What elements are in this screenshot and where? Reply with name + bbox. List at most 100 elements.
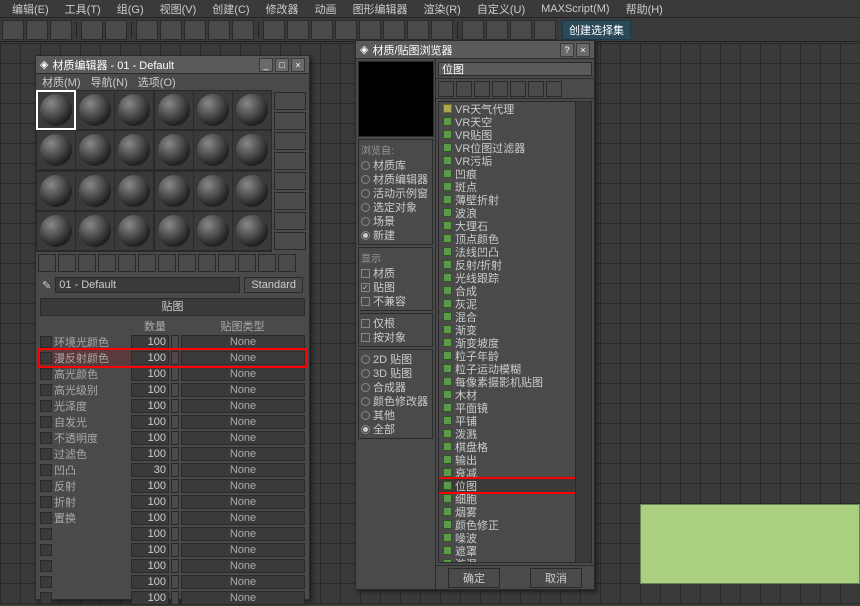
side-button[interactable] <box>274 112 306 130</box>
menu-item[interactable]: 工具(T) <box>57 1 109 17</box>
map-slot-button[interactable]: None <box>181 495 305 509</box>
check-option[interactable]: 按对象 <box>361 330 430 344</box>
sample-slot[interactable] <box>155 131 193 169</box>
browser-list[interactable]: VR天气代理VR天空VR贴图VR位图过滤器VR污垢凹痕斑点薄壁折射波浪大理石顶点… <box>438 101 592 563</box>
map-slot-button[interactable]: None <box>181 367 305 381</box>
spinner-buttons[interactable] <box>171 335 179 349</box>
map-slot-button[interactable]: None <box>181 527 305 541</box>
toolbar-button[interactable] <box>486 20 508 40</box>
mat-menu-item[interactable]: 选项(O) <box>138 74 176 90</box>
map-checkbox[interactable] <box>40 416 52 428</box>
mat-tool-button[interactable] <box>178 254 196 272</box>
scrollbar[interactable] <box>575 102 591 562</box>
mat-tool-button[interactable] <box>78 254 96 272</box>
radio-option[interactable]: 颜色修改器 <box>361 394 430 408</box>
mat-tool-button[interactable] <box>278 254 296 272</box>
sample-slot[interactable] <box>155 172 193 210</box>
sample-slot[interactable] <box>76 131 114 169</box>
sample-slot[interactable] <box>115 212 153 250</box>
map-amount[interactable]: 100 <box>131 495 169 509</box>
menu-item[interactable]: 渲染(R) <box>416 1 469 17</box>
check-option[interactable]: 不兼容 <box>361 294 430 308</box>
sample-slot[interactable] <box>37 172 75 210</box>
viewport-object[interactable] <box>640 504 860 584</box>
map-checkbox[interactable] <box>40 400 52 412</box>
map-slot-button[interactable]: None <box>181 591 305 605</box>
toolbar-button[interactable] <box>136 20 158 40</box>
radio-option[interactable]: 新建 <box>361 228 430 242</box>
side-button[interactable] <box>274 192 306 210</box>
map-checkbox[interactable] <box>40 448 52 460</box>
sample-slot[interactable] <box>233 91 271 129</box>
material-editor-menu[interactable]: 材质(M)导航(N)选项(O) <box>36 74 309 90</box>
map-slot-button[interactable]: None <box>181 415 305 429</box>
mat-tool-button[interactable] <box>198 254 216 272</box>
toolbar-button[interactable] <box>335 20 357 40</box>
sample-slot[interactable] <box>37 91 75 129</box>
map-checkbox[interactable] <box>40 512 52 524</box>
radio-option[interactable]: 其他 <box>361 408 430 422</box>
eyedropper-icon[interactable]: ✎ <box>42 279 51 292</box>
map-amount[interactable]: 100 <box>131 543 169 557</box>
mat-tool-button[interactable] <box>258 254 276 272</box>
mat-tool-button[interactable] <box>98 254 116 272</box>
side-button[interactable] <box>274 232 306 250</box>
close-button[interactable]: × <box>291 58 305 72</box>
radio-option[interactable]: 材质库 <box>361 158 430 172</box>
toolbar-button[interactable] <box>2 20 24 40</box>
material-type-button[interactable]: Standard <box>244 277 303 293</box>
toolbar-button[interactable] <box>50 20 72 40</box>
map-amount[interactable]: 100 <box>131 351 169 365</box>
mat-tool-button[interactable] <box>238 254 256 272</box>
spinner-buttons[interactable] <box>171 415 179 429</box>
menu-item[interactable]: 视图(V) <box>152 1 205 17</box>
menu-item[interactable]: 动画 <box>307 1 345 17</box>
radio-option[interactable]: 全部 <box>361 422 430 436</box>
map-amount[interactable]: 100 <box>131 527 169 541</box>
spinner-buttons[interactable] <box>171 447 179 461</box>
sample-slot[interactable] <box>76 212 114 250</box>
sample-slot[interactable] <box>115 91 153 129</box>
material-editor-titlebar[interactable]: ◈ 材质编辑器 - 01 - Default _ □ × <box>36 56 309 74</box>
spinner-buttons[interactable] <box>171 431 179 445</box>
radio-option[interactable]: 场景 <box>361 214 430 228</box>
close-button[interactable]: × <box>576 43 590 57</box>
sample-slot[interactable] <box>233 131 271 169</box>
map-amount[interactable]: 100 <box>131 575 169 589</box>
browser-titlebar[interactable]: ◈ 材质/贴图浏览器 ? × <box>356 41 594 59</box>
view-button[interactable] <box>438 81 454 97</box>
map-checkbox[interactable] <box>40 352 52 364</box>
spinner-buttons[interactable] <box>171 575 179 589</box>
map-amount[interactable]: 100 <box>131 447 169 461</box>
map-checkbox[interactable] <box>40 592 52 604</box>
menu-item[interactable]: 自定义(U) <box>469 1 533 17</box>
sample-slot[interactable] <box>155 212 193 250</box>
sample-slot[interactable] <box>76 172 114 210</box>
radio-option[interactable]: 选定对象 <box>361 200 430 214</box>
toolbar-button[interactable] <box>510 20 532 40</box>
map-amount[interactable]: 100 <box>131 591 169 605</box>
side-button[interactable] <box>274 172 306 190</box>
spinner-buttons[interactable] <box>171 511 179 525</box>
spinner-buttons[interactable] <box>171 479 179 493</box>
spinner-buttons[interactable] <box>171 559 179 573</box>
map-checkbox[interactable] <box>40 528 52 540</box>
maps-rollup-header[interactable]: 贴图 <box>40 298 305 316</box>
mat-tool-button[interactable] <box>138 254 156 272</box>
mat-tool-button[interactable] <box>118 254 136 272</box>
sample-slot[interactable] <box>76 91 114 129</box>
view-button[interactable] <box>546 81 562 97</box>
map-checkbox[interactable] <box>40 368 52 380</box>
mat-tool-button[interactable] <box>158 254 176 272</box>
mat-tool-button[interactable] <box>218 254 236 272</box>
map-checkbox[interactable] <box>40 464 52 476</box>
side-button[interactable] <box>274 152 306 170</box>
side-button[interactable] <box>274 92 306 110</box>
sample-slot[interactable] <box>194 131 232 169</box>
material-name-input[interactable] <box>55 277 240 293</box>
map-slot-button[interactable]: None <box>181 511 305 525</box>
radio-option[interactable]: 材质编辑器 <box>361 172 430 186</box>
map-checkbox[interactable] <box>40 544 52 556</box>
check-option[interactable]: 仅根 <box>361 316 430 330</box>
map-amount[interactable]: 100 <box>131 415 169 429</box>
